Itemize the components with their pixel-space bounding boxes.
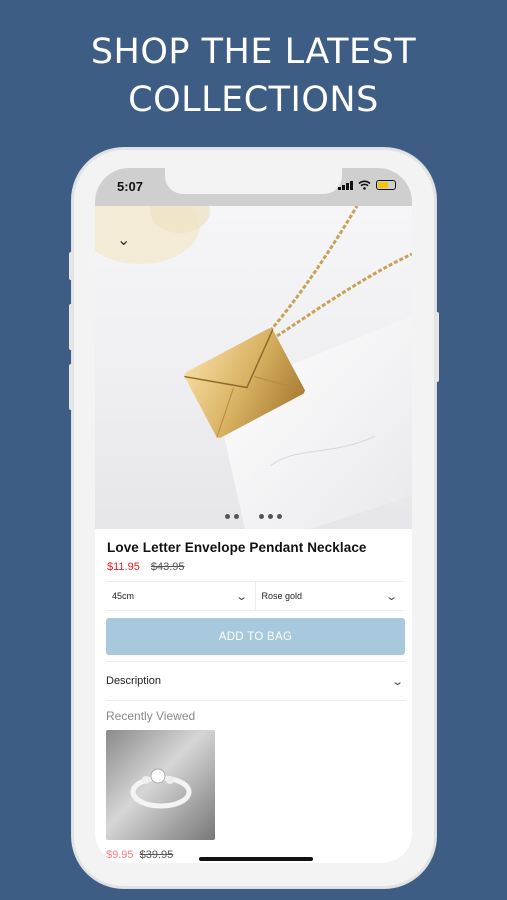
product-photo <box>95 206 412 529</box>
wifi-icon <box>358 180 371 190</box>
recently-viewed-price: $9.95 $39.95 <box>106 849 173 861</box>
product-title: Love Letter Envelope Pendant Necklace <box>107 540 367 555</box>
color-select[interactable]: Rose gold ⌄ <box>254 582 405 610</box>
gallery-pagination <box>95 506 412 524</box>
gallery-dot[interactable] <box>268 514 274 519</box>
variant-selectors: 45cm ⌄ Rose gold ⌄ <box>106 581 404 611</box>
recently-viewed-item-image[interactable] <box>106 730 215 840</box>
phone-mute-switch <box>69 252 73 280</box>
app-screen: 5:07 ⌄ Love Letter Envelope Pendant Neck… <box>95 168 412 863</box>
headline-line-2: COLLECTIONS <box>128 80 379 120</box>
phone-volume-up <box>69 304 73 350</box>
length-select-value: 45cm <box>112 591 135 601</box>
home-indicator[interactable] <box>199 857 313 861</box>
headline-line-1: SHOP THE LATEST <box>90 32 417 72</box>
product-price: $11.95 $43.95 <box>107 561 185 573</box>
gallery-dot[interactable] <box>277 514 283 519</box>
phone-power-button <box>435 312 439 382</box>
recent-sale-price: $9.95 <box>106 849 134 861</box>
status-icons <box>338 180 396 190</box>
cellular-signal-icon <box>338 180 353 190</box>
gallery-dot[interactable] <box>233 514 239 519</box>
status-bar: 5:07 <box>95 168 412 206</box>
notch <box>165 168 342 194</box>
gallery-dot[interactable] <box>259 514 265 519</box>
chevron-down-icon: ⌄ <box>384 590 398 603</box>
original-price: $43.95 <box>150 561 185 573</box>
recently-viewed-heading: Recently Viewed <box>106 709 196 723</box>
color-select-value: Rose gold <box>261 591 303 601</box>
gallery-dot[interactable] <box>224 514 230 519</box>
product-image-gallery[interactable]: ⌄ <box>95 206 412 529</box>
battery-icon <box>376 180 396 190</box>
chevron-down-icon: ⌄ <box>235 590 249 603</box>
ring-photo <box>130 768 192 809</box>
description-accordion[interactable]: Description ⌄ <box>106 661 406 701</box>
promo-headline: SHOP THE LATEST COLLECTIONS <box>0 28 507 124</box>
length-select[interactable]: 45cm ⌄ <box>106 582 255 610</box>
collapse-chevron-icon[interactable]: ⌄ <box>117 230 130 250</box>
status-time: 5:07 <box>117 179 144 194</box>
recent-original-price: $39.95 <box>139 849 174 861</box>
sale-price: $11.95 <box>107 561 140 573</box>
description-label: Description <box>106 675 162 687</box>
add-to-bag-button[interactable]: ADD TO BAG <box>106 618 405 655</box>
chevron-down-icon: ⌄ <box>390 675 404 688</box>
phone-volume-down <box>69 364 73 410</box>
